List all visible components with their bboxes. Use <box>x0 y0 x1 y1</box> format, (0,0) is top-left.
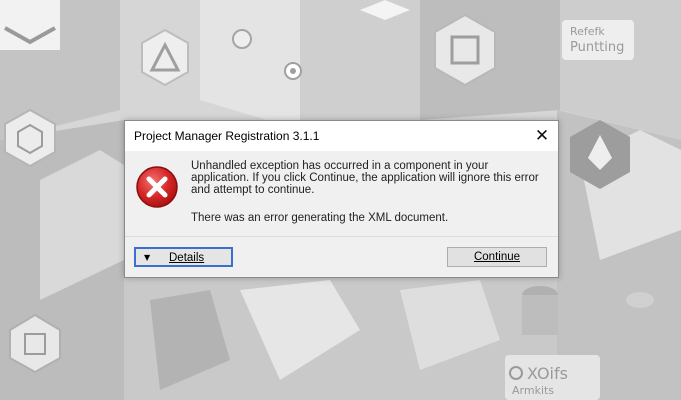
dialog-separator <box>125 236 558 237</box>
error-dialog: Project Manager Registration 3.1.1 ✕ Unh… <box>124 120 559 278</box>
details-button-label: Details <box>169 252 205 264</box>
dialog-titlebar[interactable]: Project Manager Registration 3.1.1 ✕ <box>125 121 558 151</box>
background-label-puntting: Puntting <box>570 40 625 55</box>
error-message-line-2: application. If you click Continue, the … <box>191 172 539 184</box>
error-icon <box>136 166 178 208</box>
close-icon[interactable]: ✕ <box>530 124 554 148</box>
background-label-refefk: Refefk <box>570 25 605 38</box>
details-button[interactable]: ▼ Details <box>134 247 233 267</box>
dialog-title: Project Manager Registration 3.1.1 <box>134 129 320 143</box>
error-message-line-1: Unhandled exception has occurred in a co… <box>191 160 489 172</box>
chevron-down-icon: ▼ <box>144 253 151 262</box>
background-label-xoifs: XOifs <box>527 364 568 383</box>
dialog-body: Unhandled exception has occurred in a co… <box>125 151 558 236</box>
continue-button-label: Continue <box>473 251 521 263</box>
error-message: Unhandled exception has occurred in a co… <box>191 160 543 196</box>
error-message-line-3: and attempt to continue. <box>191 184 315 196</box>
continue-button[interactable]: Continue <box>447 247 547 267</box>
error-detail-message: There was an error generating the XML do… <box>191 212 449 224</box>
background-label-armkits: Armkits <box>512 384 555 397</box>
